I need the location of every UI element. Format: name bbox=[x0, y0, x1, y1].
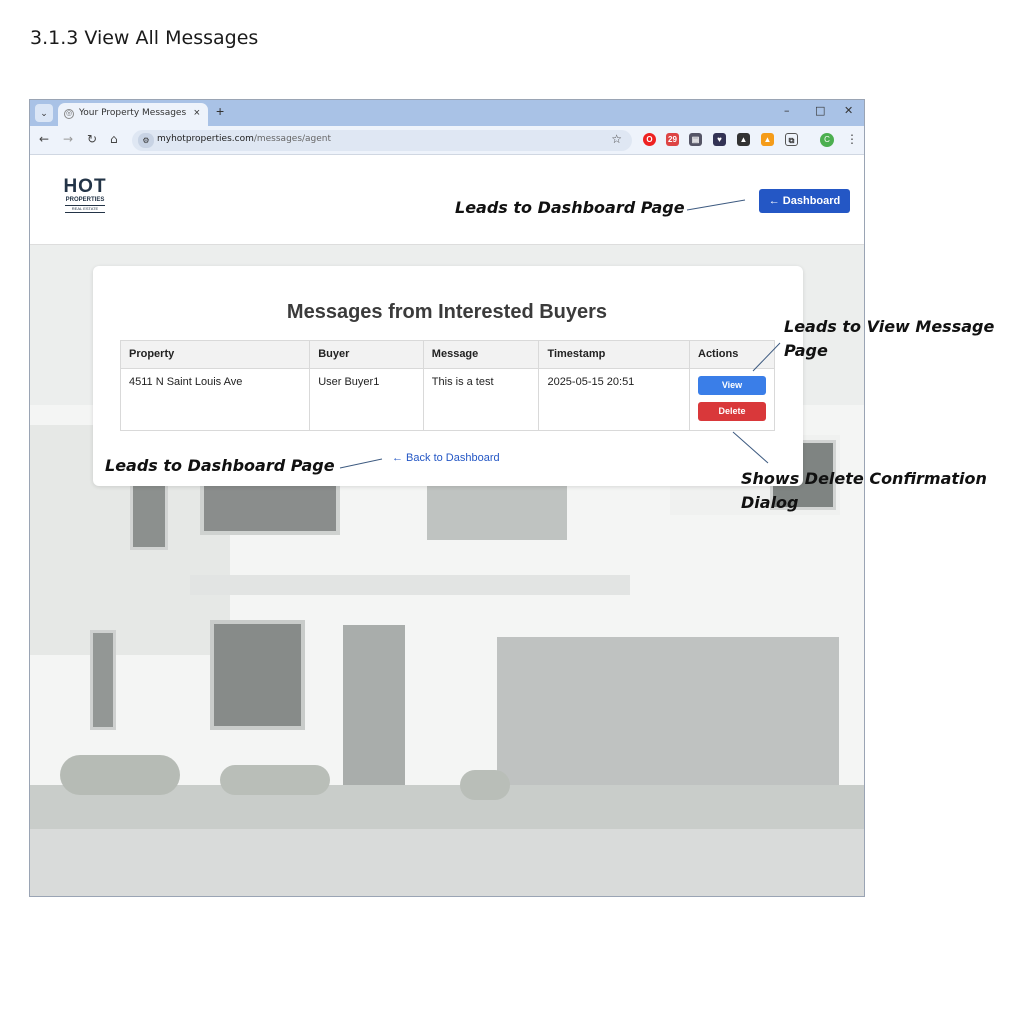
profile-avatar[interactable]: C bbox=[820, 133, 834, 147]
heart-extension-icon[interactable]: ♥ bbox=[713, 133, 726, 146]
delete-button[interactable]: Delete bbox=[698, 402, 766, 421]
cone-extension-icon[interactable]: ▲ bbox=[761, 133, 774, 146]
maximize-icon[interactable]: □ bbox=[815, 104, 825, 117]
page-title: Messages from Interested Buyers bbox=[286, 301, 608, 323]
back-arrow-icon[interactable]: ← bbox=[39, 132, 49, 146]
extensions-puzzle-icon[interactable]: ⧉ bbox=[785, 133, 798, 146]
tab-search-icon[interactable]: ⌄ bbox=[35, 104, 53, 122]
column-header-property: Property bbox=[119, 340, 311, 369]
cell-message: This is a test bbox=[422, 368, 540, 431]
site-header: HOT PROPERTIES REAL ESTATE ← Dashboard bbox=[30, 156, 864, 245]
menu-kebab-icon[interactable]: ⋮ bbox=[846, 132, 858, 146]
annotation-back-dashboard: Leads to Dashboard Page bbox=[105, 456, 335, 475]
close-tab-icon[interactable]: × bbox=[194, 107, 200, 119]
tab-title: Your Property Messages bbox=[79, 108, 187, 118]
minimize-icon[interactable]: – bbox=[784, 104, 790, 117]
column-header-timestamp: Timestamp bbox=[538, 340, 690, 369]
browser-tab[interactable]: ◎ Your Property Messages × bbox=[58, 103, 208, 126]
table-row: 4511 N Saint Louis Ave User Buyer1 This … bbox=[119, 368, 775, 431]
home-icon[interactable]: ⌂ bbox=[110, 132, 118, 146]
browser-toolbar: ← → ↻ ⌂ ⚙ myhotproperties.com/messages/a… bbox=[30, 126, 864, 155]
new-tab-icon[interactable]: + bbox=[216, 103, 224, 119]
table-header-row: Property Buyer Message Timestamp Actions bbox=[119, 340, 775, 369]
site-info-icon[interactable]: ⚙ bbox=[138, 133, 154, 148]
forward-arrow-icon[interactable]: → bbox=[63, 132, 73, 146]
back-to-dashboard-link[interactable]: ← Back to Dashboard bbox=[392, 452, 500, 464]
messages-table: Property Buyer Message Timestamp Actions… bbox=[119, 340, 775, 431]
annotation-view-message: Leads to View Message Page bbox=[784, 317, 995, 360]
column-header-message: Message bbox=[422, 340, 540, 369]
bookmark-star-icon[interactable]: ☆ bbox=[611, 132, 622, 146]
cell-timestamp: 2025-05-15 20:51 bbox=[538, 368, 690, 431]
document-heading: 3.1.3 View All Messages bbox=[30, 27, 259, 49]
tab-strip: ⌄ ◎ Your Property Messages × + – □ ✕ bbox=[30, 100, 864, 126]
cell-property: 4511 N Saint Louis Ave bbox=[119, 368, 311, 431]
website-viewport: HOT PROPERTIES REAL ESTATE ← Dashboard M… bbox=[30, 156, 864, 896]
column-header-actions: Actions bbox=[689, 340, 775, 369]
messages-card: Messages from Interested Buyers Property… bbox=[93, 266, 803, 486]
cell-buyer: User Buyer1 bbox=[309, 368, 424, 431]
hot-properties-logo[interactable]: HOT PROPERTIES REAL ESTATE bbox=[61, 177, 109, 216]
browser-window: ⌄ ◎ Your Property Messages × + – □ ✕ ← →… bbox=[29, 99, 865, 897]
cell-actions: View Delete bbox=[689, 368, 775, 431]
dashboard-button[interactable]: ← Dashboard bbox=[759, 189, 850, 213]
close-window-icon[interactable]: ✕ bbox=[844, 104, 853, 117]
window-extension-icon[interactable]: ▤ bbox=[689, 133, 702, 146]
person-extension-icon[interactable]: ▲ bbox=[737, 133, 750, 146]
globe-icon: ◎ bbox=[64, 109, 74, 119]
mail-extension-icon[interactable]: 29 bbox=[666, 133, 679, 146]
url-text[interactable]: myhotproperties.com/messages/agent bbox=[157, 134, 331, 144]
column-header-buyer: Buyer bbox=[309, 340, 424, 369]
address-bar[interactable]: ⚙ myhotproperties.com/messages/agent ☆ bbox=[132, 130, 632, 151]
opera-extension-icon[interactable]: O bbox=[643, 133, 656, 146]
annotation-header-dashboard: Leads to Dashboard Page bbox=[455, 198, 685, 217]
reload-icon[interactable]: ↻ bbox=[87, 132, 97, 146]
view-button[interactable]: View bbox=[698, 376, 766, 395]
annotation-delete-dialog: Shows Delete Confirmation Dialog bbox=[741, 469, 987, 512]
